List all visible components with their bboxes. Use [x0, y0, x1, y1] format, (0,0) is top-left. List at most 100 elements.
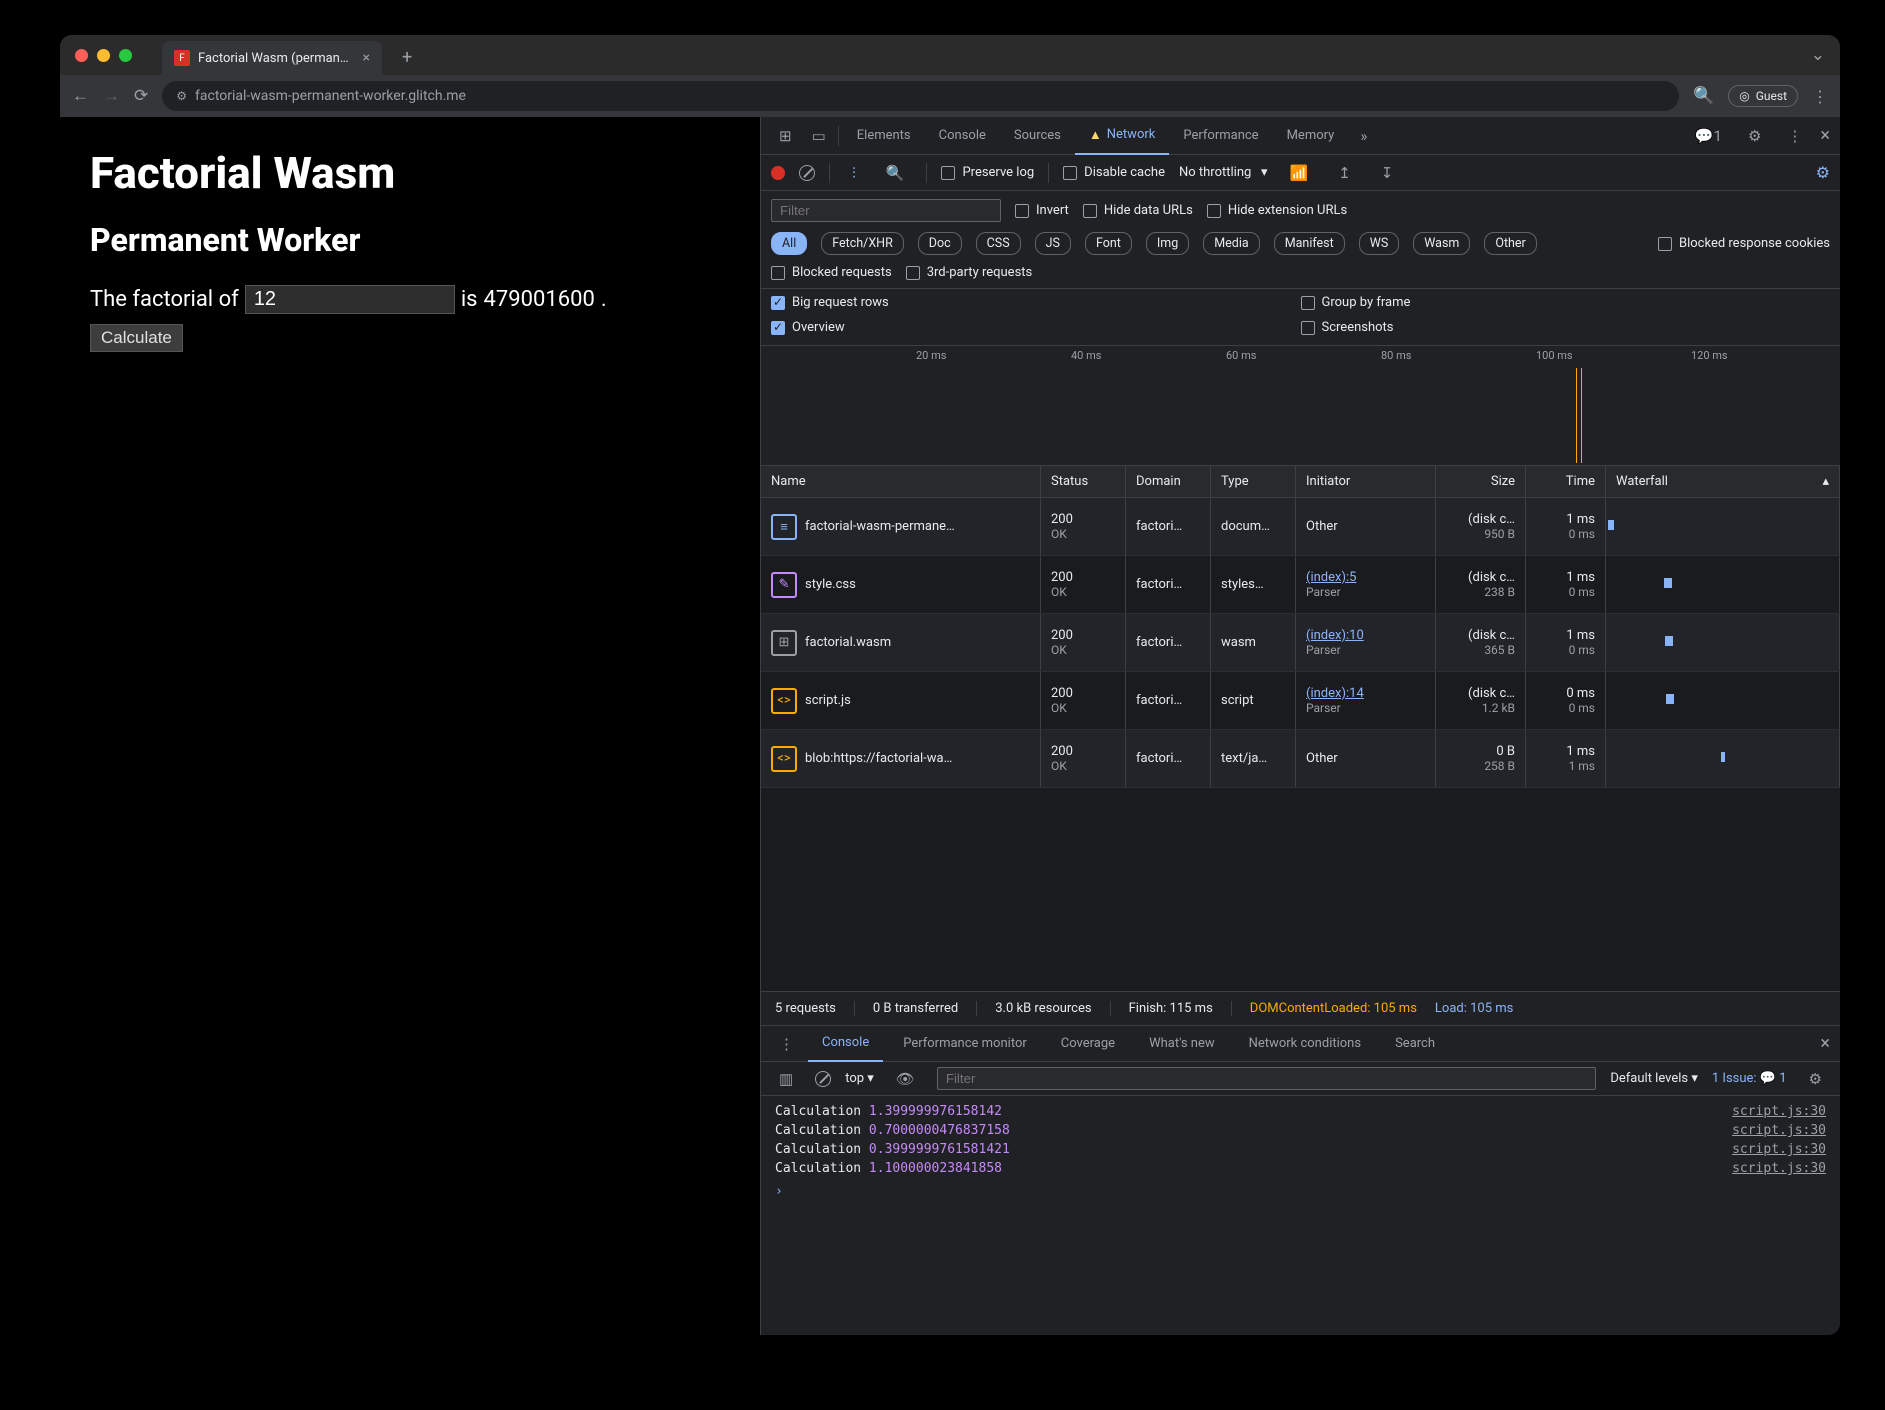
- drawer-tab-performance-monitor[interactable]: Performance monitor: [889, 1026, 1041, 1062]
- column-header-status[interactable]: Status: [1041, 466, 1126, 497]
- clear-button[interactable]: [799, 165, 815, 181]
- filter-chip-font[interactable]: Font: [1085, 232, 1132, 255]
- column-header-domain[interactable]: Domain: [1126, 466, 1211, 497]
- column-header-waterfall[interactable]: Waterfall ▴: [1606, 466, 1840, 497]
- hide-data-urls-toggle[interactable]: Hide data URLs: [1083, 203, 1193, 218]
- reload-button[interactable]: ⟳: [134, 86, 148, 106]
- network-conditions-icon[interactable]: 📶: [1282, 164, 1317, 182]
- zoom-icon[interactable]: 🔍: [1693, 86, 1714, 106]
- screenshots-toggle[interactable]: Screenshots: [1301, 320, 1831, 335]
- back-button[interactable]: ←: [72, 86, 89, 106]
- download-har-icon[interactable]: ↧: [1373, 164, 1402, 182]
- browser-tab[interactable]: F Factorial Wasm (permanent \ ×: [162, 41, 382, 75]
- filter-chip-all[interactable]: All: [771, 232, 807, 255]
- devtools-tab-elements[interactable]: Elements: [843, 117, 925, 155]
- live-expression-icon[interactable]: 👁: [888, 1070, 923, 1088]
- drawer-menu-icon[interactable]: ⋮: [771, 1035, 802, 1053]
- url-input[interactable]: ⚙ factorial-wasm-permanent-worker.glitch…: [162, 81, 1679, 111]
- throttling-select[interactable]: No throttling ▾: [1179, 165, 1268, 180]
- filter-chip-wasm[interactable]: Wasm: [1413, 232, 1470, 255]
- preserve-log-toggle[interactable]: Preserve log: [941, 165, 1034, 180]
- big-rows-toggle[interactable]: Big request rows: [771, 295, 1301, 310]
- devtools-tab-performance[interactable]: Performance: [1169, 117, 1272, 155]
- issues-link[interactable]: 1 Issue: 💬 1: [1712, 1071, 1787, 1086]
- disable-cache-toggle[interactable]: Disable cache: [1063, 165, 1165, 180]
- filter-toggle-icon[interactable]: ⫶: [844, 164, 864, 182]
- factorial-input[interactable]: [245, 285, 455, 314]
- record-button[interactable]: [771, 166, 785, 180]
- tab-close-icon[interactable]: ×: [363, 50, 370, 66]
- drawer-tab-coverage[interactable]: Coverage: [1047, 1026, 1129, 1062]
- calculate-button[interactable]: Calculate: [90, 324, 183, 352]
- profile-chip[interactable]: ◎ Guest: [1728, 85, 1798, 107]
- console-filter-input[interactable]: [937, 1067, 1597, 1090]
- log-source-link[interactable]: script.js:30: [1732, 1161, 1826, 1176]
- sentence-post: .: [601, 287, 607, 312]
- filter-chip-css[interactable]: CSS: [976, 232, 1021, 255]
- blocked-requests-toggle[interactable]: Blocked requests: [771, 265, 892, 280]
- more-tabs-icon[interactable]: »: [1352, 127, 1375, 145]
- column-header-initiator[interactable]: Initiator: [1296, 466, 1436, 497]
- group-by-frame-toggle[interactable]: Group by frame: [1301, 295, 1831, 310]
- request-row[interactable]: ≡factorial-wasm-permane…200OKfactori…doc…: [761, 498, 1840, 556]
- devtools-tab-sources[interactable]: Sources: [1000, 117, 1075, 155]
- window-zoom[interactable]: [119, 49, 132, 62]
- drawer-tab-network-conditions[interactable]: Network conditions: [1235, 1026, 1375, 1062]
- devtools-menu-icon[interactable]: ⋮: [1779, 127, 1810, 145]
- devtools-tab-console[interactable]: Console: [925, 117, 1000, 155]
- column-header-type[interactable]: Type: [1211, 466, 1296, 497]
- log-levels-select[interactable]: Default levels ▾: [1610, 1071, 1698, 1086]
- filter-chip-js[interactable]: JS: [1035, 232, 1071, 255]
- blocked-cookies-toggle[interactable]: Blocked response cookies: [1658, 236, 1830, 251]
- devtools-tab-network[interactable]: ▲ Network: [1075, 117, 1169, 155]
- upload-har-icon[interactable]: ↥: [1330, 164, 1359, 182]
- log-source-link[interactable]: script.js:30: [1732, 1142, 1826, 1157]
- third-party-toggle[interactable]: 3rd-party requests: [906, 265, 1033, 280]
- network-requests-table: NameStatusDomainTypeInitiatorSizeTimeWat…: [761, 466, 1840, 991]
- device-toggle-icon[interactable]: ▭: [804, 127, 834, 145]
- drawer-close-icon[interactable]: ×: [1820, 1033, 1830, 1054]
- filter-chip-media[interactable]: Media: [1203, 232, 1259, 255]
- log-source-link[interactable]: script.js:30: [1732, 1123, 1826, 1138]
- filter-chip-manifest[interactable]: Manifest: [1274, 232, 1345, 255]
- drawer-tab-console[interactable]: Console: [808, 1026, 883, 1062]
- window-close[interactable]: [75, 49, 88, 62]
- hide-ext-urls-toggle[interactable]: Hide extension URLs: [1207, 203, 1347, 218]
- request-row[interactable]: <>script.js200OKfactori…script(index):14…: [761, 672, 1840, 730]
- filter-chip-fetchxhr[interactable]: Fetch/XHR: [821, 232, 904, 255]
- messages-icon[interactable]: 💬1: [1687, 127, 1730, 145]
- inspect-icon[interactable]: ⊞: [771, 127, 800, 145]
- console-settings-icon[interactable]: ⚙: [1801, 1070, 1830, 1088]
- site-info-icon[interactable]: ⚙: [176, 89, 187, 103]
- request-row[interactable]: <>blob:https://factorial-wa…200OKfactori…: [761, 730, 1840, 788]
- devtools-tab-memory[interactable]: Memory: [1273, 117, 1349, 155]
- browser-menu-icon[interactable]: ⋮: [1812, 87, 1828, 106]
- drawer-tab-search[interactable]: Search: [1381, 1026, 1449, 1062]
- log-source-link[interactable]: script.js:30: [1732, 1104, 1826, 1119]
- drawer-tab-what's-new[interactable]: What's new: [1135, 1026, 1229, 1062]
- tabs-dropdown-icon[interactable]: ⌄: [1811, 45, 1825, 65]
- settings-icon[interactable]: ⚙: [1740, 127, 1769, 145]
- filter-chip-other[interactable]: Other: [1484, 232, 1536, 255]
- console-prompt[interactable]: ›: [775, 1184, 1826, 1199]
- close-devtools-icon[interactable]: ×: [1820, 125, 1830, 146]
- sidebar-toggle-icon[interactable]: ▥: [771, 1070, 801, 1088]
- new-tab-button[interactable]: +: [402, 47, 412, 68]
- filter-chip-img[interactable]: Img: [1146, 232, 1189, 255]
- network-settings-icon[interactable]: ⚙: [1816, 163, 1830, 182]
- column-header-size[interactable]: Size: [1436, 466, 1526, 497]
- context-select[interactable]: top ▾: [845, 1071, 874, 1086]
- window-minimize[interactable]: [97, 49, 110, 62]
- search-icon[interactable]: 🔍: [878, 164, 913, 182]
- network-filter-input[interactable]: [771, 199, 1001, 222]
- column-header-time[interactable]: Time: [1526, 466, 1606, 497]
- invert-toggle[interactable]: Invert: [1015, 203, 1069, 218]
- network-overview-timeline[interactable]: 20 ms40 ms60 ms80 ms100 ms120 ms: [761, 346, 1840, 466]
- column-header-name[interactable]: Name: [761, 466, 1041, 497]
- request-row[interactable]: ⊞factorial.wasm200OKfactori…wasm(index):…: [761, 614, 1840, 672]
- clear-console-icon[interactable]: [815, 1071, 831, 1087]
- filter-chip-doc[interactable]: Doc: [918, 232, 962, 255]
- filter-chip-ws[interactable]: WS: [1359, 232, 1400, 255]
- overview-toggle[interactable]: Overview: [771, 320, 1301, 335]
- request-row[interactable]: ✎style.css200OKfactori…styles…(index):5P…: [761, 556, 1840, 614]
